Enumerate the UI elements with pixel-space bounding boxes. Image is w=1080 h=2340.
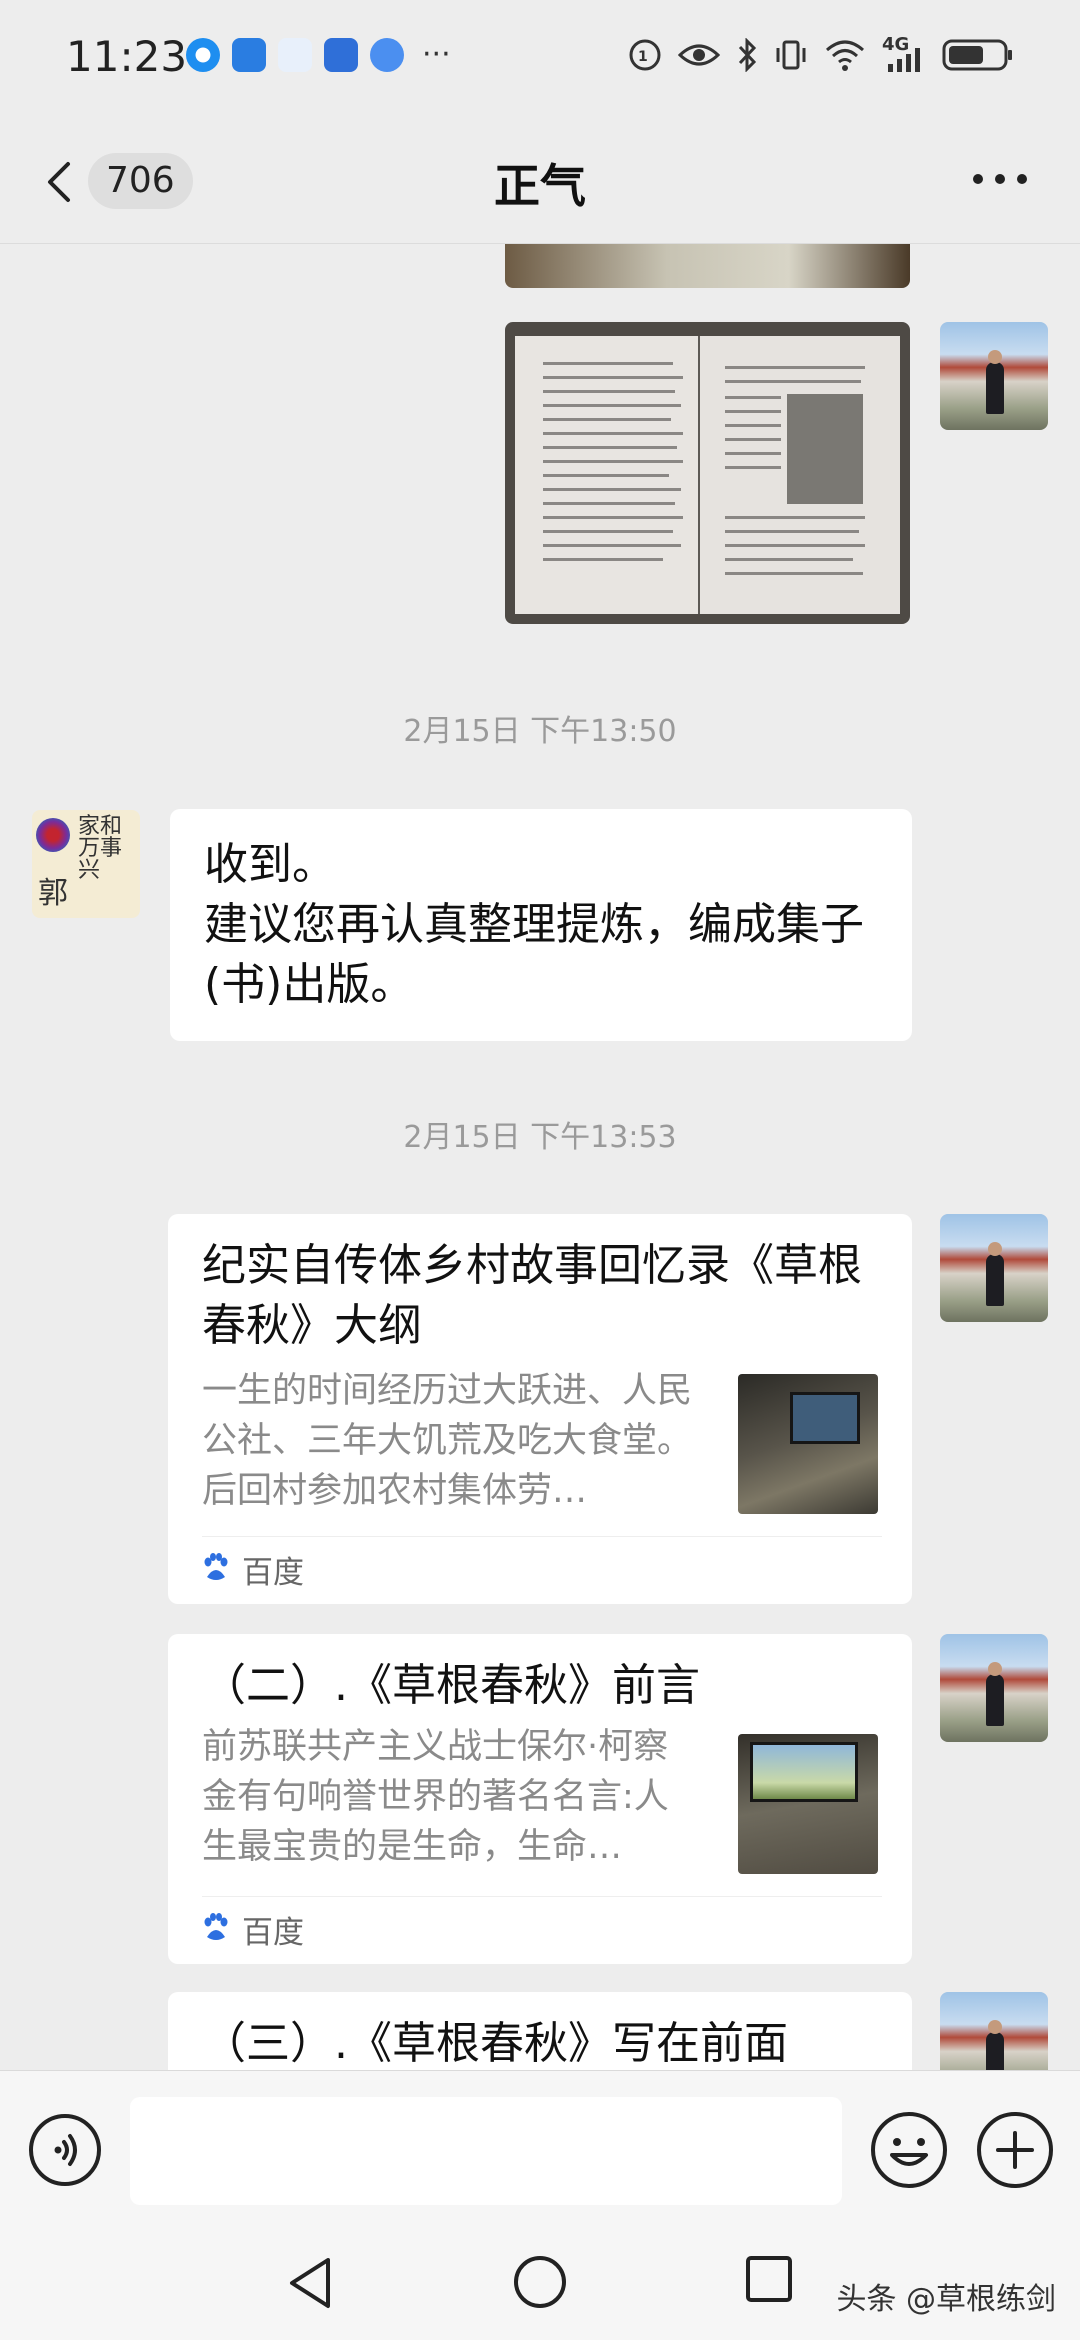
baidu-paw-icon xyxy=(204,1913,228,1940)
system-recents-icon[interactable] xyxy=(744,2254,794,2304)
user-avatar[interactable] xyxy=(940,1214,1048,1322)
cellular-signal-icon: 4G xyxy=(882,34,926,72)
user-avatar[interactable] xyxy=(940,1992,1048,2070)
link-card[interactable]: （二）.《草根春秋》前言 前苏联共产主义战士保尔·柯察金有句响誉世界的著名名言:… xyxy=(168,1634,912,1964)
eye-icon xyxy=(678,44,720,66)
watermark: 头条 @草根练剑 xyxy=(836,2282,1056,2317)
data-saver-icon: 1 xyxy=(629,39,661,71)
timestamp-separator: 2月15日 下午13:53 xyxy=(403,1120,677,1155)
qq-browser-icon xyxy=(186,38,220,72)
link-card-thumbnail xyxy=(738,1734,878,1874)
link-card[interactable]: （三）.《草根春秋》写在前面 xyxy=(168,1992,912,2070)
status-notification-icons: ··· xyxy=(186,38,451,72)
chat-message-list[interactable]: 2月15日 下午13:50 郭 家和万事兴 收到。 建议您再认真整理提炼，编成集… xyxy=(0,244,1080,2070)
user-avatar[interactable] xyxy=(940,1634,1048,1742)
baidu-icon xyxy=(278,38,312,72)
baidu-paw-icon xyxy=(204,1553,228,1580)
message-input[interactable] xyxy=(130,2097,842,2205)
app-notification-icon xyxy=(370,38,404,72)
contact-avatar[interactable]: 郭 家和万事兴 xyxy=(32,810,140,918)
more-notifications-icon: ··· xyxy=(422,37,451,72)
status-system-icons: 1 4G xyxy=(628,34,1014,72)
chat-title: 正气 xyxy=(494,159,586,213)
calligraphy-avatar-image: 郭 家和万事兴 xyxy=(36,814,123,911)
plus-icon[interactable] xyxy=(976,2111,1054,2189)
more-options-icon[interactable] xyxy=(970,164,1030,194)
link-card-source: 百度 xyxy=(242,1915,304,1951)
link-card-thumbnail xyxy=(738,1374,878,1514)
bluetooth-icon xyxy=(738,38,757,72)
status-time: 11:23 xyxy=(66,32,188,81)
link-card-description: 前苏联共产主义战士保尔·柯察金有句响誉世界的著名名言:人生最宝贵的是生命，生命… xyxy=(202,1727,669,1867)
vibrate-icon xyxy=(776,40,806,70)
system-back-icon[interactable] xyxy=(284,2254,336,2312)
link-card-source: 百度 xyxy=(242,1555,304,1591)
app-notification-icon xyxy=(232,38,266,72)
link-card[interactable]: 纪实自传体乡村故事回忆录《草根春秋》大纲 一生的时间经历过大跃进、人民公社、三年… xyxy=(168,1214,912,1604)
svg-text:1: 1 xyxy=(638,49,648,65)
wifi-icon xyxy=(826,40,864,71)
user-avatar[interactable] xyxy=(940,322,1048,430)
app-notification-icon xyxy=(324,38,358,72)
link-card-title: 纪实自传体乡村故事回忆录《草根春秋》大纲 xyxy=(202,1240,862,1351)
chat-header: 706 正气 xyxy=(0,120,1080,244)
link-card-description: 一生的时间经历过大跃进、人民公社、三年大饥荒及吃大食堂。后回村参加农村集体劳… xyxy=(202,1371,693,1511)
link-card-title: （二）.《草根春秋》前言 xyxy=(202,1660,700,1711)
message-text: 建议您再认真整理提炼，编成集子(书)出版。 xyxy=(204,899,864,1010)
battery-icon xyxy=(942,39,1012,71)
system-home-icon[interactable] xyxy=(512,2254,568,2310)
message-text: 收到。 xyxy=(204,839,336,890)
message-input-bar xyxy=(0,2070,1080,2226)
document-photo xyxy=(515,336,900,614)
incoming-text-message[interactable]: 收到。 建议您再认真整理提炼，编成集子(书)出版。 xyxy=(170,809,912,1041)
system-navigation-bar: 头条 @草根练剑 xyxy=(0,2226,1080,2340)
voice-input-icon[interactable] xyxy=(28,2113,102,2187)
timestamp-separator: 2月15日 下午13:50 xyxy=(403,714,677,749)
image-message[interactable] xyxy=(505,244,910,288)
link-card-footer: 百度 xyxy=(202,1536,882,1602)
link-card-footer: 百度 xyxy=(202,1896,882,1962)
link-card-title: （三）.《草根春秋》写在前面 xyxy=(202,2018,788,2069)
image-message[interactable] xyxy=(505,322,910,624)
status-bar: 11:23 ··· 1 4G xyxy=(0,0,1080,120)
emoji-icon[interactable] xyxy=(870,2111,948,2189)
